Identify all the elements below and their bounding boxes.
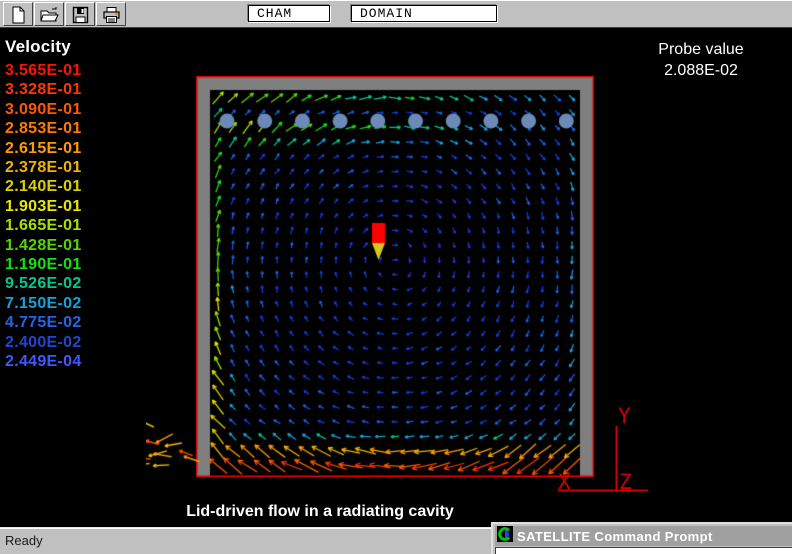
legend-value: 2.449E-04 xyxy=(5,352,82,371)
save-floppy-icon xyxy=(66,5,94,25)
save-file-button[interactable] xyxy=(65,2,95,26)
satellite-titlebar[interactable]: SATELLITE Command Prompt xyxy=(495,526,792,546)
open-folder-icon xyxy=(35,5,63,25)
velocity-legend: Velocity 3.565E-013.328E-013.090E-012.85… xyxy=(5,37,82,372)
open-file-button[interactable] xyxy=(34,2,64,26)
status-text: Ready xyxy=(5,533,43,548)
probe-label: Probe value xyxy=(640,39,762,60)
domain-field[interactable] xyxy=(351,5,497,22)
probe-readout: Probe value 2.088E-02 xyxy=(640,39,762,81)
new-document-icon xyxy=(4,5,32,25)
legend-value: 2.400E-02 xyxy=(5,333,82,352)
legend-value: 2.615E-01 xyxy=(5,139,82,158)
axis-label-y: Y xyxy=(618,404,631,428)
print-button[interactable] xyxy=(96,2,126,26)
legend-value: 7.150E-02 xyxy=(5,294,82,313)
legend-value: 2.140E-01 xyxy=(5,177,82,196)
satellite-window-title: SATELLITE Command Prompt xyxy=(517,529,713,544)
legend-title: Velocity xyxy=(5,37,82,57)
probe-value: 2.088E-02 xyxy=(640,60,762,81)
toolbar xyxy=(0,0,792,28)
plot-caption: Lid-driven flow in a radiating cavity xyxy=(100,503,540,521)
satellite-prompt-area[interactable] xyxy=(495,547,792,554)
axis-triad: Y Z X xyxy=(550,400,660,500)
legend-value: 1.190E-01 xyxy=(5,255,82,274)
legend-value: 4.775E-02 xyxy=(5,313,82,332)
satellite-swirl-icon[interactable] xyxy=(497,526,513,547)
legend-value: 3.090E-01 xyxy=(5,100,82,119)
legend-value: 3.328E-01 xyxy=(5,80,82,99)
axis-label-z: Z xyxy=(619,470,632,494)
legend-value: 2.378E-01 xyxy=(5,158,82,177)
legend-value: 9.526E-02 xyxy=(5,274,82,293)
legend-value: 3.565E-01 xyxy=(5,61,82,80)
cham-field[interactable] xyxy=(248,5,330,22)
legend-value: 1.428E-01 xyxy=(5,236,82,255)
axis-label-x: X xyxy=(558,470,571,494)
new-file-button[interactable] xyxy=(3,2,33,26)
legend-value: 2.853E-01 xyxy=(5,119,82,138)
legend-value: 1.665E-01 xyxy=(5,216,82,235)
application-window: Velocity 3.565E-013.328E-013.090E-012.85… xyxy=(0,0,792,554)
satellite-command-window: SATELLITE Command Prompt xyxy=(491,522,792,554)
printer-icon xyxy=(97,5,125,25)
legend-value: 1.903E-01 xyxy=(5,197,82,216)
flow-canvas[interactable] xyxy=(146,76,595,477)
legend-items: 3.565E-013.328E-013.090E-012.853E-012.61… xyxy=(5,61,82,372)
